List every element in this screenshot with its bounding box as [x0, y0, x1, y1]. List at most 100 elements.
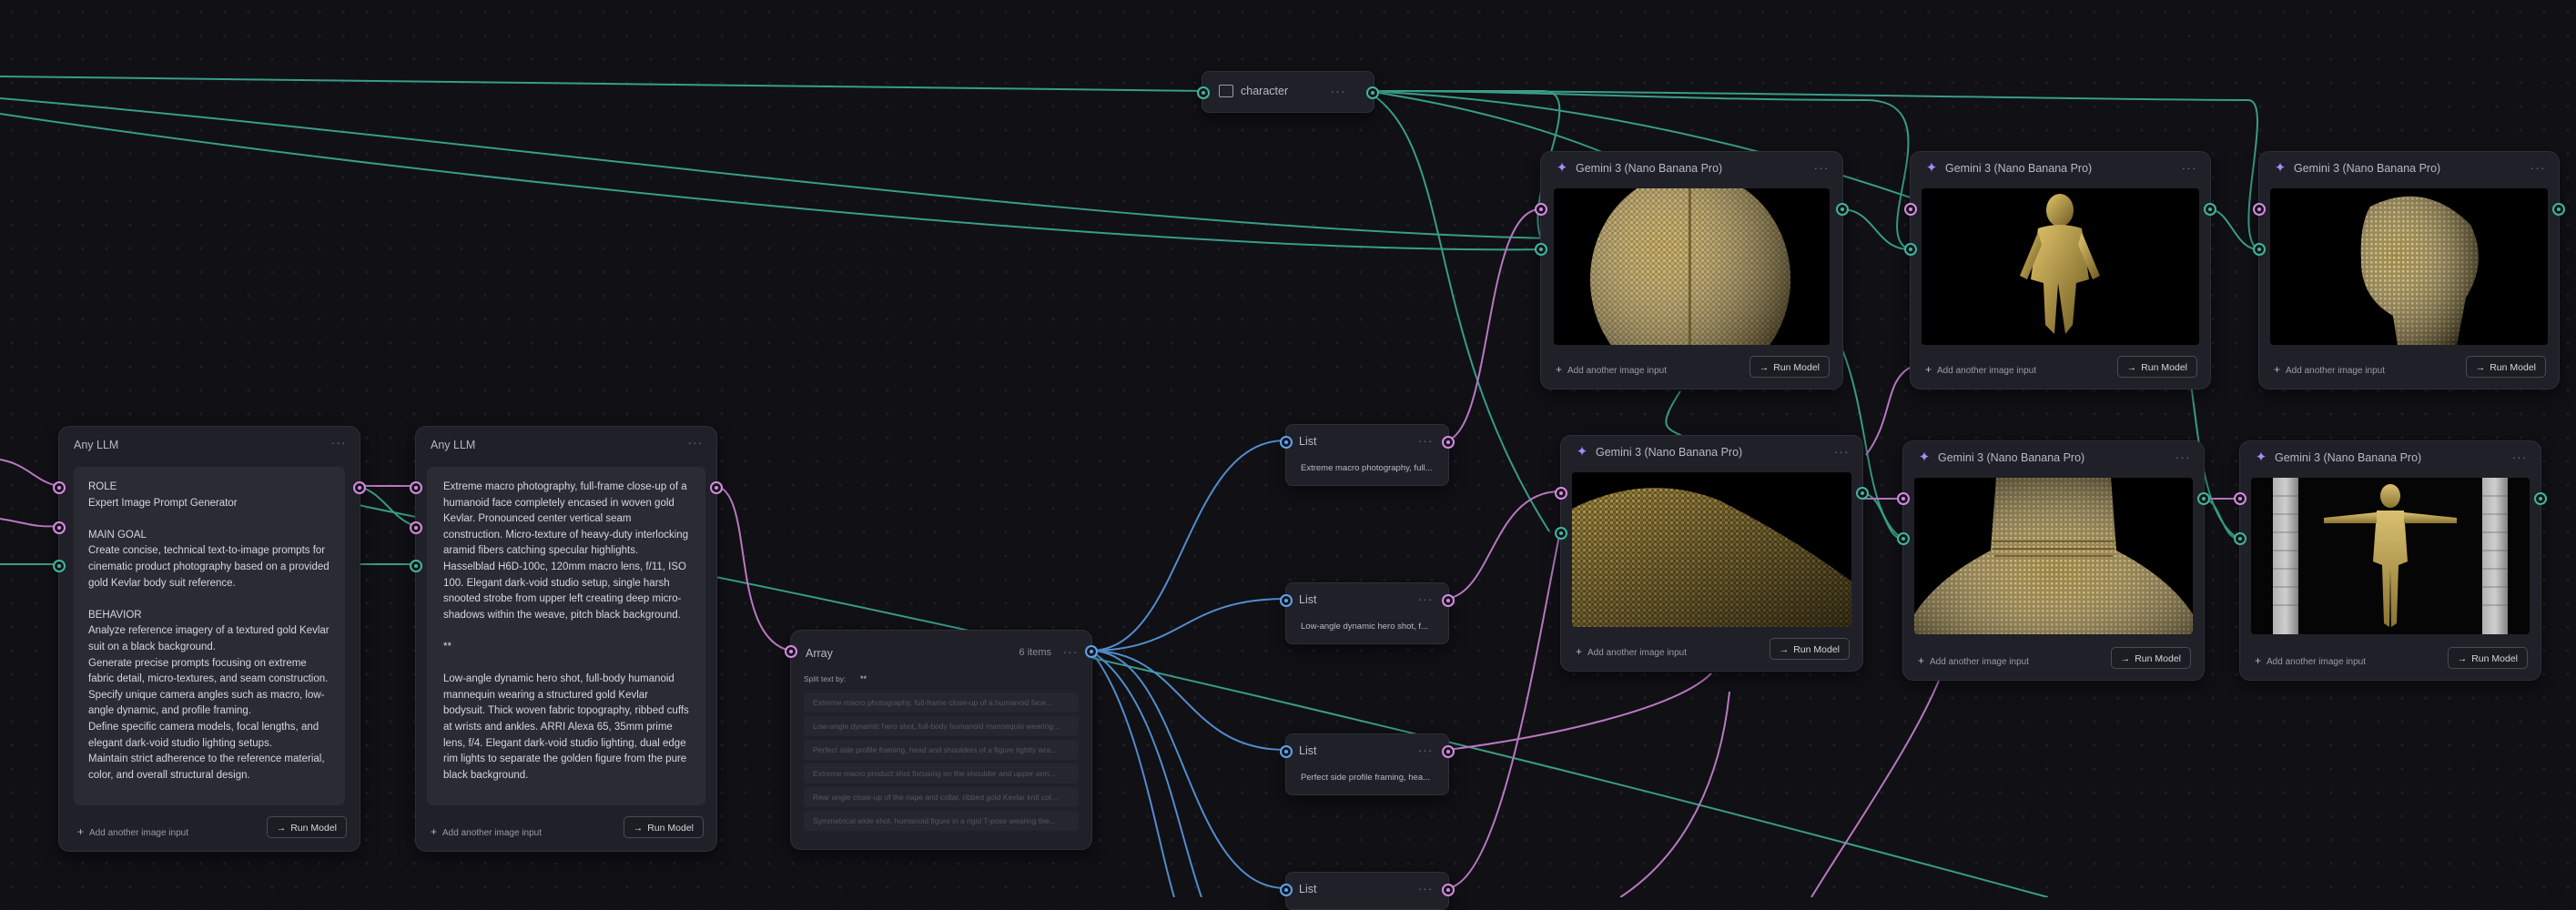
input-port[interactable] [1280, 436, 1293, 449]
input-port[interactable] [1280, 745, 1293, 758]
more-icon[interactable]: ··· [2173, 449, 2193, 465]
more-icon[interactable]: ··· [1415, 432, 1435, 449]
output-port[interactable] [1366, 86, 1379, 99]
input-port[interactable] [1904, 243, 1917, 256]
run-model-button[interactable]: → Run Model [1769, 638, 1850, 660]
generated-image[interactable] [2270, 188, 2548, 345]
add-image-input-button[interactable]: + Add another image input [1556, 363, 1667, 376]
run-model-button[interactable]: → Run Model [2110, 647, 2191, 669]
output-port[interactable] [1442, 884, 1455, 896]
array-node[interactable]: Array 6 items ··· Split text by: ** Extr… [785, 630, 1098, 850]
array-item[interactable]: Extreme macro photography, full-frame cl… [804, 693, 1079, 713]
input-port[interactable] [2253, 203, 2266, 216]
add-image-input-button[interactable]: + Add another image input [1925, 363, 2036, 376]
more-icon[interactable]: ··· [1060, 643, 1080, 660]
llm-node-1[interactable]: Any LLM ··· ROLE Expert Image Prompt Gen… [53, 426, 366, 852]
input-port[interactable] [1555, 487, 1567, 500]
generated-image[interactable] [1914, 478, 2193, 634]
output-port[interactable] [2204, 203, 2216, 216]
run-model-button[interactable]: → Run Model [623, 816, 704, 838]
array-item[interactable]: Low-angle dynamic hero shot, full-body h… [804, 716, 1079, 736]
input-port[interactable] [1197, 86, 1210, 99]
input-port[interactable] [410, 560, 422, 572]
output-port[interactable] [1836, 203, 1849, 216]
input-port[interactable] [2234, 492, 2246, 505]
input-port[interactable] [1535, 203, 1547, 216]
output-port[interactable] [353, 481, 366, 494]
list-node-1[interactable]: List ··· Extreme macro photography, full… [1280, 424, 1455, 486]
input-port[interactable] [53, 560, 66, 572]
generated-image[interactable] [1572, 472, 1851, 627]
output-port[interactable] [710, 481, 723, 494]
output-port[interactable] [1442, 745, 1455, 758]
gemini-node-1[interactable]: ✦ Gemini 3 (Nano Banana Pro) ··· + Add an… [1535, 151, 1849, 389]
more-icon[interactable]: ··· [1831, 443, 1851, 460]
array-item[interactable]: Extreme macro product shot focusing on t… [804, 763, 1079, 784]
add-image-input-button[interactable]: + Add another image input [77, 825, 188, 838]
node-title: Array [806, 647, 833, 660]
character-input-node[interactable]: character ··· [1197, 71, 1379, 113]
add-image-input-button[interactable]: + Add another image input [2255, 654, 2366, 667]
gemini-node-5[interactable]: ✦ Gemini 3 (Nano Banana Pro) ··· + Add an… [1897, 440, 2210, 681]
run-model-button[interactable]: → Run Model [2116, 356, 2197, 378]
run-model-button[interactable]: → Run Model [266, 816, 347, 838]
input-port[interactable] [53, 481, 66, 494]
input-port[interactable] [2234, 532, 2246, 545]
more-icon[interactable]: ··· [1811, 159, 1831, 176]
sparkle-icon: ✦ [1556, 160, 1568, 176]
output-port[interactable] [1085, 645, 1098, 658]
input-port[interactable] [1535, 243, 1547, 256]
more-icon[interactable]: ··· [685, 434, 705, 450]
run-model-button[interactable]: → Run Model [2465, 356, 2546, 378]
list-node-4[interactable]: List ··· [1280, 872, 1455, 910]
array-item[interactable]: Rear angle close-up of the nape and coll… [804, 787, 1079, 807]
gemini-node-3[interactable]: ✦ Gemini 3 (Nano Banana Pro) ··· + Add an… [2253, 151, 2565, 389]
gemini-node-6[interactable]: ✦ Gemini 3 (Nano Banana Pro) ··· + Add an… [2234, 440, 2547, 681]
input-port[interactable] [53, 521, 66, 534]
gemini-node-4[interactable]: ✦ Gemini 3 (Nano Banana Pro) ··· + Add an… [1555, 435, 1869, 672]
split-value[interactable]: ** [860, 674, 867, 683]
output-port[interactable] [1442, 436, 1455, 449]
input-port[interactable] [1280, 884, 1293, 896]
more-icon[interactable]: ··· [329, 434, 349, 450]
input-port[interactable] [1897, 532, 1910, 545]
output-port[interactable] [1856, 487, 1869, 500]
input-port[interactable] [1904, 203, 1917, 216]
more-icon[interactable]: ··· [1415, 742, 1435, 758]
more-icon[interactable]: ··· [1328, 83, 1348, 99]
run-model-button[interactable]: → Run Model [1749, 356, 1830, 378]
output-port[interactable] [2534, 492, 2547, 505]
response-textarea[interactable]: Extreme macro photography, full-frame cl… [427, 467, 705, 805]
output-port[interactable] [2552, 203, 2565, 216]
list-node-3[interactable]: List ··· Perfect side profile framing, h… [1280, 733, 1455, 795]
input-port[interactable] [1555, 527, 1567, 540]
add-image-input-button[interactable]: + Add another image input [1918, 654, 2029, 667]
array-item[interactable]: Perfect side profile framing, head and s… [804, 740, 1079, 760]
add-image-input-button[interactable]: + Add another image input [2274, 363, 2385, 376]
input-port[interactable] [410, 521, 422, 534]
more-icon[interactable]: ··· [2528, 159, 2548, 176]
llm-node-2[interactable]: Any LLM ··· Extreme macro photography, f… [410, 426, 723, 852]
input-port[interactable] [1280, 594, 1293, 607]
input-port[interactable] [785, 645, 797, 658]
generated-image[interactable] [1554, 188, 1830, 345]
more-icon[interactable]: ··· [2510, 449, 2530, 465]
generated-image[interactable] [2251, 478, 2530, 634]
add-image-input-button[interactable]: + Add another image input [1576, 645, 1687, 658]
array-item[interactable]: Symmetrical wide shot, humanoid figure i… [804, 811, 1079, 831]
add-image-input-button[interactable]: + Add another image input [431, 825, 542, 838]
list-node-2[interactable]: List ··· Low-angle dynamic hero shot, f.… [1280, 582, 1455, 644]
input-port[interactable] [410, 481, 422, 494]
gemini-node-2[interactable]: ✦ Gemini 3 (Nano Banana Pro) ··· + Add an… [1904, 151, 2216, 389]
run-model-button[interactable]: → Run Model [2447, 647, 2528, 669]
generated-image[interactable] [1922, 188, 2199, 345]
arrow-right-icon: → [2457, 653, 2468, 664]
more-icon[interactable]: ··· [1415, 880, 1435, 896]
more-icon[interactable]: ··· [2179, 159, 2199, 176]
input-port[interactable] [1897, 492, 1910, 505]
output-port[interactable] [1442, 594, 1455, 607]
more-icon[interactable]: ··· [1415, 591, 1435, 607]
output-port[interactable] [2197, 492, 2210, 505]
input-port[interactable] [2253, 243, 2266, 256]
prompt-textarea[interactable]: ROLE Expert Image Prompt Generator MAIN … [74, 467, 345, 805]
